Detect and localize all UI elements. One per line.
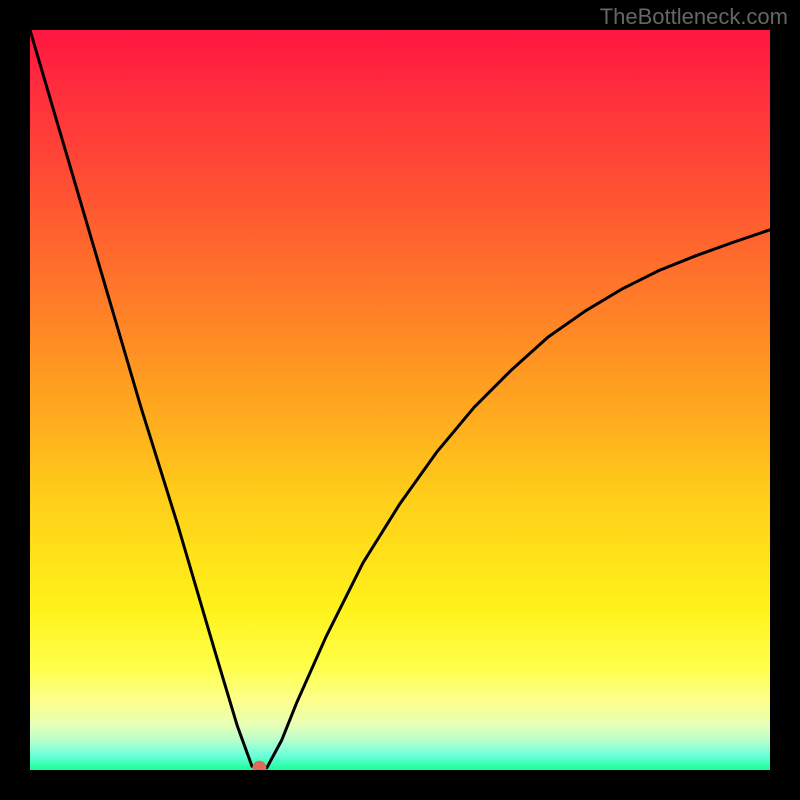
plot-area xyxy=(30,30,770,770)
watermark: TheBottleneck.com xyxy=(600,4,788,30)
bottleneck-curve xyxy=(30,30,770,768)
curve-layer xyxy=(30,30,770,770)
chart-frame: TheBottleneck.com xyxy=(0,0,800,800)
minimum-marker xyxy=(252,761,266,770)
